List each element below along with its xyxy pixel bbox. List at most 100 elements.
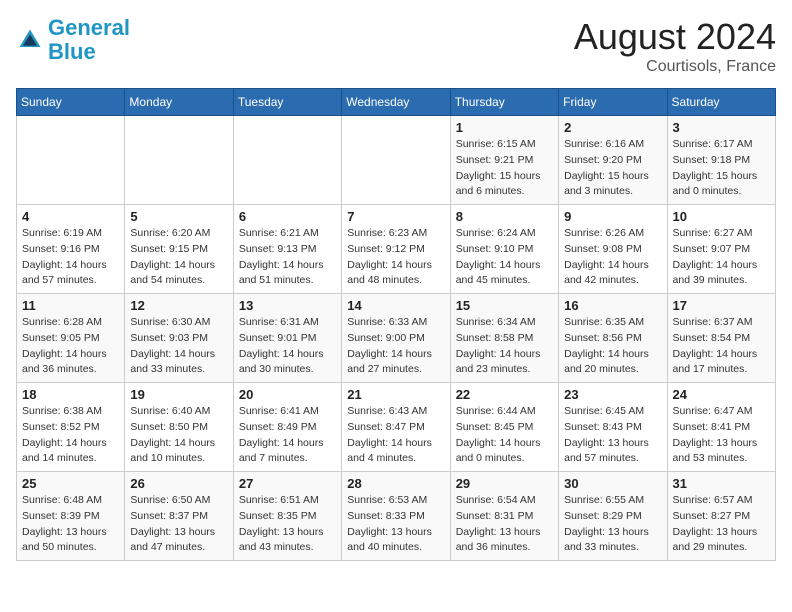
day-number: 3 <box>673 120 770 135</box>
weekday-header-saturday: Saturday <box>667 89 775 116</box>
day-info: Sunrise: 6:20 AM Sunset: 9:15 PM Dayligh… <box>130 226 227 289</box>
calendar-cell: 18Sunrise: 6:38 AM Sunset: 8:52 PM Dayli… <box>17 383 125 472</box>
calendar-cell: 11 Sunrise: 6:28 AM Sunset: 9:05 PM Dayli… <box>17 294 125 383</box>
day-info: Sunrise: 6:41 AM Sunset: 8:49 PM Dayligh… <box>239 404 336 467</box>
calendar-cell: 10 Sunrise: 6:27 AM Sunset: 9:07 PM Dayli… <box>667 205 775 294</box>
day-number: 30 <box>564 476 661 491</box>
day-number: 7 <box>347 209 444 224</box>
day-info: Sunrise: 6:28 AM Sunset: 9:05 PM Dayligh… <box>22 315 119 378</box>
day-number: 15 <box>456 298 553 313</box>
calendar-cell: 7 Sunrise: 6:23 AM Sunset: 9:12 PM Daylig… <box>342 205 450 294</box>
day-number: 17 <box>673 298 770 313</box>
day-info: Sunrise: 6:43 AM Sunset: 8:47 PM Dayligh… <box>347 404 444 467</box>
day-number: 31 <box>673 476 770 491</box>
day-number: 27 <box>239 476 336 491</box>
day-info: Sunrise: 6:35 AM Sunset: 8:56 PM Dayligh… <box>564 315 661 378</box>
day-number: 2 <box>564 120 661 135</box>
week-row-4: 18Sunrise: 6:38 AM Sunset: 8:52 PM Dayli… <box>17 383 776 472</box>
month-title: August 2024 <box>574 16 776 58</box>
day-info: Sunrise: 6:40 AM Sunset: 8:50 PM Dayligh… <box>130 404 227 467</box>
day-info: Sunrise: 6:34 AM Sunset: 8:58 PM Dayligh… <box>456 315 553 378</box>
day-number: 29 <box>456 476 553 491</box>
calendar-cell: 21 Sunrise: 6:43 AM Sunset: 8:47 PM Dayli… <box>342 383 450 472</box>
calendar-cell: 27Sunrise: 6:51 AM Sunset: 8:35 PM Dayli… <box>233 472 341 561</box>
day-number: 10 <box>673 209 770 224</box>
weekday-header-wednesday: Wednesday <box>342 89 450 116</box>
calendar-cell: 2 Sunrise: 6:16 AM Sunset: 9:20 PM Daylig… <box>559 116 667 205</box>
day-info: Sunrise: 6:47 AM Sunset: 8:41 PM Dayligh… <box>673 404 770 467</box>
calendar-cell: 23Sunrise: 6:45 AM Sunset: 8:43 PM Dayli… <box>559 383 667 472</box>
day-info: Sunrise: 6:50 AM Sunset: 8:37 PM Dayligh… <box>130 493 227 556</box>
day-number: 4 <box>22 209 119 224</box>
day-info: Sunrise: 6:57 AM Sunset: 8:27 PM Dayligh… <box>673 493 770 556</box>
title-block: August 2024 Courtisols, France <box>574 16 776 76</box>
week-row-1: 1 Sunrise: 6:15 AM Sunset: 9:21 PM Daylig… <box>17 116 776 205</box>
day-number: 23 <box>564 387 661 402</box>
day-info: Sunrise: 6:31 AM Sunset: 9:01 PM Dayligh… <box>239 315 336 378</box>
day-number: 14 <box>347 298 444 313</box>
day-info: Sunrise: 6:27 AM Sunset: 9:07 PM Dayligh… <box>673 226 770 289</box>
calendar-cell: 30Sunrise: 6:55 AM Sunset: 8:29 PM Dayli… <box>559 472 667 561</box>
calendar-cell: 19Sunrise: 6:40 AM Sunset: 8:50 PM Dayli… <box>125 383 233 472</box>
day-number: 1 <box>456 120 553 135</box>
weekday-header-friday: Friday <box>559 89 667 116</box>
day-info: Sunrise: 6:19 AM Sunset: 9:16 PM Dayligh… <box>22 226 119 289</box>
calendar-cell <box>125 116 233 205</box>
calendar-cell: 5 Sunrise: 6:20 AM Sunset: 9:15 PM Daylig… <box>125 205 233 294</box>
day-number: 18 <box>22 387 119 402</box>
weekday-header-thursday: Thursday <box>450 89 558 116</box>
calendar-cell <box>233 116 341 205</box>
calendar-cell: 12Sunrise: 6:30 AM Sunset: 9:03 PM Dayli… <box>125 294 233 383</box>
weekday-header-row: SundayMondayTuesdayWednesdayThursdayFrid… <box>17 89 776 116</box>
day-number: 8 <box>456 209 553 224</box>
day-info: Sunrise: 6:54 AM Sunset: 8:31 PM Dayligh… <box>456 493 553 556</box>
calendar-cell: 20Sunrise: 6:41 AM Sunset: 8:49 PM Dayli… <box>233 383 341 472</box>
day-number: 26 <box>130 476 227 491</box>
day-number: 11 <box>22 298 119 313</box>
logo-icon <box>16 26 44 54</box>
day-number: 16 <box>564 298 661 313</box>
week-row-2: 4 Sunrise: 6:19 AM Sunset: 9:16 PM Daylig… <box>17 205 776 294</box>
calendar-cell: 4 Sunrise: 6:19 AM Sunset: 9:16 PM Daylig… <box>17 205 125 294</box>
logo-text: General Blue <box>48 16 130 64</box>
day-number: 28 <box>347 476 444 491</box>
calendar-cell: 22 Sunrise: 6:44 AM Sunset: 8:45 PM Dayli… <box>450 383 558 472</box>
day-number: 21 <box>347 387 444 402</box>
calendar-cell: 31 Sunrise: 6:57 AM Sunset: 8:27 PM Dayli… <box>667 472 775 561</box>
day-number: 5 <box>130 209 227 224</box>
day-info: Sunrise: 6:15 AM Sunset: 9:21 PM Dayligh… <box>456 137 553 200</box>
day-info: Sunrise: 6:24 AM Sunset: 9:10 PM Dayligh… <box>456 226 553 289</box>
day-number: 12 <box>130 298 227 313</box>
day-number: 25 <box>22 476 119 491</box>
day-info: Sunrise: 6:48 AM Sunset: 8:39 PM Dayligh… <box>22 493 119 556</box>
day-info: Sunrise: 6:16 AM Sunset: 9:20 PM Dayligh… <box>564 137 661 200</box>
calendar-cell: 25 Sunrise: 6:48 AM Sunset: 8:39 PM Dayli… <box>17 472 125 561</box>
day-info: Sunrise: 6:53 AM Sunset: 8:33 PM Dayligh… <box>347 493 444 556</box>
calendar-cell: 13Sunrise: 6:31 AM Sunset: 9:01 PM Dayli… <box>233 294 341 383</box>
day-info: Sunrise: 6:33 AM Sunset: 9:00 PM Dayligh… <box>347 315 444 378</box>
calendar-cell: 1 Sunrise: 6:15 AM Sunset: 9:21 PM Daylig… <box>450 116 558 205</box>
day-number: 22 <box>456 387 553 402</box>
week-row-5: 25 Sunrise: 6:48 AM Sunset: 8:39 PM Dayli… <box>17 472 776 561</box>
location-title: Courtisols, France <box>574 58 776 76</box>
day-info: Sunrise: 6:37 AM Sunset: 8:54 PM Dayligh… <box>673 315 770 378</box>
day-number: 24 <box>673 387 770 402</box>
day-info: Sunrise: 6:21 AM Sunset: 9:13 PM Dayligh… <box>239 226 336 289</box>
day-info: Sunrise: 6:17 AM Sunset: 9:18 PM Dayligh… <box>673 137 770 200</box>
calendar-cell: 14 Sunrise: 6:33 AM Sunset: 9:00 PM Dayli… <box>342 294 450 383</box>
week-row-3: 11 Sunrise: 6:28 AM Sunset: 9:05 PM Dayli… <box>17 294 776 383</box>
day-number: 9 <box>564 209 661 224</box>
day-info: Sunrise: 6:23 AM Sunset: 9:12 PM Dayligh… <box>347 226 444 289</box>
day-number: 6 <box>239 209 336 224</box>
weekday-header-monday: Monday <box>125 89 233 116</box>
weekday-header-sunday: Sunday <box>17 89 125 116</box>
calendar-cell: 16 Sunrise: 6:35 AM Sunset: 8:56 PM Dayli… <box>559 294 667 383</box>
calendar-cell: 15 Sunrise: 6:34 AM Sunset: 8:58 PM Dayli… <box>450 294 558 383</box>
day-info: Sunrise: 6:26 AM Sunset: 9:08 PM Dayligh… <box>564 226 661 289</box>
calendar-cell: 9 Sunrise: 6:26 AM Sunset: 9:08 PM Daylig… <box>559 205 667 294</box>
day-info: Sunrise: 6:44 AM Sunset: 8:45 PM Dayligh… <box>456 404 553 467</box>
logo: General Blue <box>16 16 130 64</box>
calendar-table: SundayMondayTuesdayWednesdayThursdayFrid… <box>16 88 776 561</box>
calendar-cell <box>17 116 125 205</box>
calendar-cell: 8 Sunrise: 6:24 AM Sunset: 9:10 PM Daylig… <box>450 205 558 294</box>
